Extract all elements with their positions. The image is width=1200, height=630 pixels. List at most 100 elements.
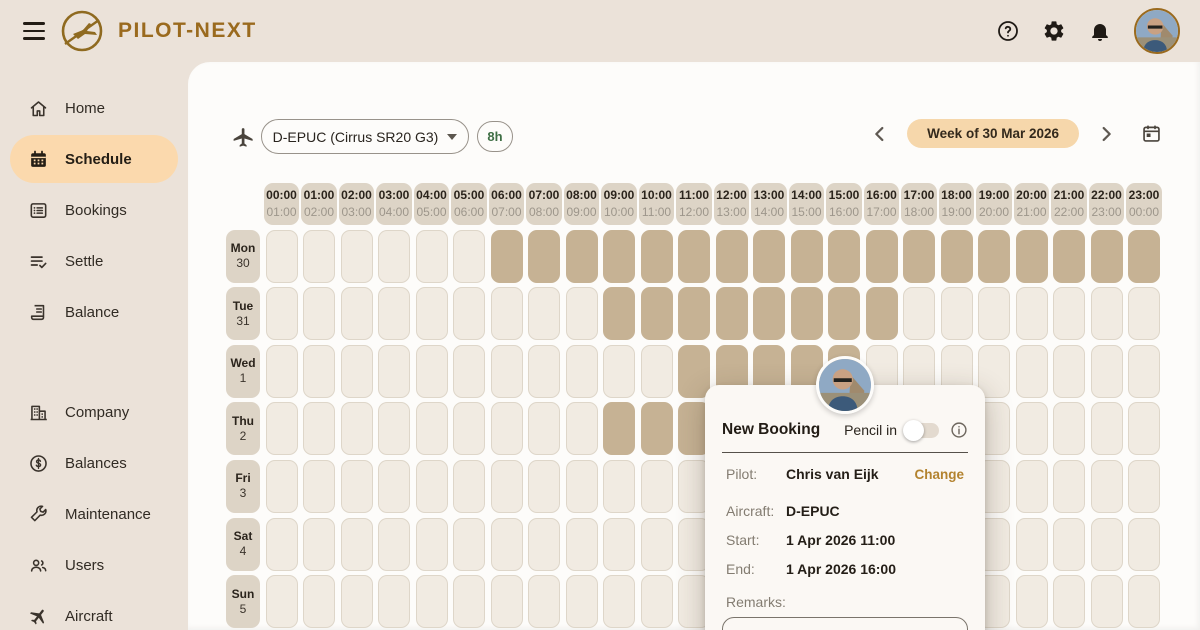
- grid-cell-mon-13[interactable]: [753, 230, 785, 283]
- grid-cell-wed-09[interactable]: [603, 345, 635, 398]
- grid-cell-tue-19[interactable]: [978, 287, 1010, 340]
- help-icon[interactable]: [996, 19, 1020, 43]
- grid-cell-wed-02[interactable]: [341, 345, 373, 398]
- grid-cell-mon-00[interactable]: [266, 230, 298, 283]
- week-label[interactable]: Week of 30 Mar 2026: [907, 119, 1079, 148]
- grid-cell-fri-00[interactable]: [266, 460, 298, 513]
- grid-cell-wed-03[interactable]: [378, 345, 410, 398]
- grid-cell-mon-03[interactable]: [378, 230, 410, 283]
- grid-cell-sun-20[interactable]: [1016, 575, 1048, 628]
- grid-cell-sun-09[interactable]: [603, 575, 635, 628]
- gear-icon[interactable]: [1042, 19, 1066, 43]
- grid-cell-mon-04[interactable]: [416, 230, 448, 283]
- grid-cell-tue-01[interactable]: [303, 287, 335, 340]
- grid-cell-tue-06[interactable]: [491, 287, 523, 340]
- grid-cell-mon-11[interactable]: [678, 230, 710, 283]
- grid-cell-mon-17[interactable]: [903, 230, 935, 283]
- grid-cell-wed-11[interactable]: [678, 345, 710, 398]
- grid-cell-tue-11[interactable]: [678, 287, 710, 340]
- grid-cell-sat-10[interactable]: [641, 518, 673, 571]
- grid-cell-mon-02[interactable]: [341, 230, 373, 283]
- grid-cell-mon-06[interactable]: [491, 230, 523, 283]
- grid-cell-sat-06[interactable]: [491, 518, 523, 571]
- sidebar-item-settle[interactable]: Settle: [10, 237, 178, 285]
- grid-cell-wed-07[interactable]: [528, 345, 560, 398]
- grid-cell-thu-22[interactable]: [1091, 402, 1123, 455]
- grid-cell-fri-01[interactable]: [303, 460, 335, 513]
- remarks-input[interactable]: [722, 617, 968, 630]
- grid-cell-mon-01[interactable]: [303, 230, 335, 283]
- grid-cell-fri-21[interactable]: [1053, 460, 1085, 513]
- grid-cell-wed-21[interactable]: [1053, 345, 1085, 398]
- grid-cell-thu-10[interactable]: [641, 402, 673, 455]
- grid-cell-thu-08[interactable]: [566, 402, 598, 455]
- grid-cell-wed-04[interactable]: [416, 345, 448, 398]
- grid-cell-tue-08[interactable]: [566, 287, 598, 340]
- grid-cell-wed-06[interactable]: [491, 345, 523, 398]
- grid-cell-mon-22[interactable]: [1091, 230, 1123, 283]
- grid-cell-thu-23[interactable]: [1128, 402, 1160, 455]
- grid-cell-mon-21[interactable]: [1053, 230, 1085, 283]
- grid-cell-sun-08[interactable]: [566, 575, 598, 628]
- grid-cell-mon-18[interactable]: [941, 230, 973, 283]
- grid-cell-mon-08[interactable]: [566, 230, 598, 283]
- grid-cell-mon-19[interactable]: [978, 230, 1010, 283]
- grid-cell-mon-10[interactable]: [641, 230, 673, 283]
- grid-cell-thu-03[interactable]: [378, 402, 410, 455]
- grid-cell-mon-05[interactable]: [453, 230, 485, 283]
- grid-cell-sat-07[interactable]: [528, 518, 560, 571]
- sidebar-item-balances[interactable]: Balances: [10, 439, 178, 487]
- grid-cell-fri-07[interactable]: [528, 460, 560, 513]
- grid-cell-sat-22[interactable]: [1091, 518, 1123, 571]
- grid-cell-tue-18[interactable]: [941, 287, 973, 340]
- grid-cell-sat-08[interactable]: [566, 518, 598, 571]
- grid-cell-sun-06[interactable]: [491, 575, 523, 628]
- grid-cell-sat-02[interactable]: [341, 518, 373, 571]
- grid-cell-fri-20[interactable]: [1016, 460, 1048, 513]
- grid-cell-mon-20[interactable]: [1016, 230, 1048, 283]
- grid-cell-mon-15[interactable]: [828, 230, 860, 283]
- grid-cell-fri-06[interactable]: [491, 460, 523, 513]
- grid-cell-sun-07[interactable]: [528, 575, 560, 628]
- grid-cell-tue-04[interactable]: [416, 287, 448, 340]
- sidebar-item-company[interactable]: Company: [10, 388, 178, 436]
- sidebar-item-aircraft[interactable]: Aircraft: [10, 592, 178, 630]
- grid-cell-thu-05[interactable]: [453, 402, 485, 455]
- grid-cell-tue-22[interactable]: [1091, 287, 1123, 340]
- grid-cell-wed-00[interactable]: [266, 345, 298, 398]
- grid-cell-thu-06[interactable]: [491, 402, 523, 455]
- grid-cell-fri-03[interactable]: [378, 460, 410, 513]
- grid-cell-sun-03[interactable]: [378, 575, 410, 628]
- grid-cell-sat-20[interactable]: [1016, 518, 1048, 571]
- info-icon[interactable]: [950, 421, 968, 439]
- grid-cell-sat-04[interactable]: [416, 518, 448, 571]
- sidebar-item-users[interactable]: Users: [10, 541, 178, 589]
- grid-cell-tue-14[interactable]: [791, 287, 823, 340]
- sidebar-item-balance[interactable]: Balance: [10, 288, 178, 336]
- grid-cell-thu-01[interactable]: [303, 402, 335, 455]
- grid-cell-sun-04[interactable]: [416, 575, 448, 628]
- bell-icon[interactable]: [1088, 19, 1112, 43]
- grid-cell-fri-23[interactable]: [1128, 460, 1160, 513]
- grid-cell-tue-10[interactable]: [641, 287, 673, 340]
- grid-cell-fri-09[interactable]: [603, 460, 635, 513]
- grid-cell-thu-21[interactable]: [1053, 402, 1085, 455]
- grid-cell-sun-10[interactable]: [641, 575, 673, 628]
- grid-cell-tue-20[interactable]: [1016, 287, 1048, 340]
- grid-cell-wed-10[interactable]: [641, 345, 673, 398]
- grid-cell-fri-08[interactable]: [566, 460, 598, 513]
- grid-cell-tue-00[interactable]: [266, 287, 298, 340]
- grid-cell-sun-21[interactable]: [1053, 575, 1085, 628]
- grid-cell-sat-05[interactable]: [453, 518, 485, 571]
- grid-cell-sun-05[interactable]: [453, 575, 485, 628]
- grid-cell-thu-20[interactable]: [1016, 402, 1048, 455]
- sidebar-item-home[interactable]: Home: [10, 84, 178, 132]
- grid-cell-tue-09[interactable]: [603, 287, 635, 340]
- grid-cell-wed-01[interactable]: [303, 345, 335, 398]
- grid-cell-fri-05[interactable]: [453, 460, 485, 513]
- grid-cell-tue-21[interactable]: [1053, 287, 1085, 340]
- grid-cell-sat-23[interactable]: [1128, 518, 1160, 571]
- prev-week-icon[interactable]: [869, 123, 891, 145]
- grid-cell-thu-02[interactable]: [341, 402, 373, 455]
- grid-cell-mon-14[interactable]: [791, 230, 823, 283]
